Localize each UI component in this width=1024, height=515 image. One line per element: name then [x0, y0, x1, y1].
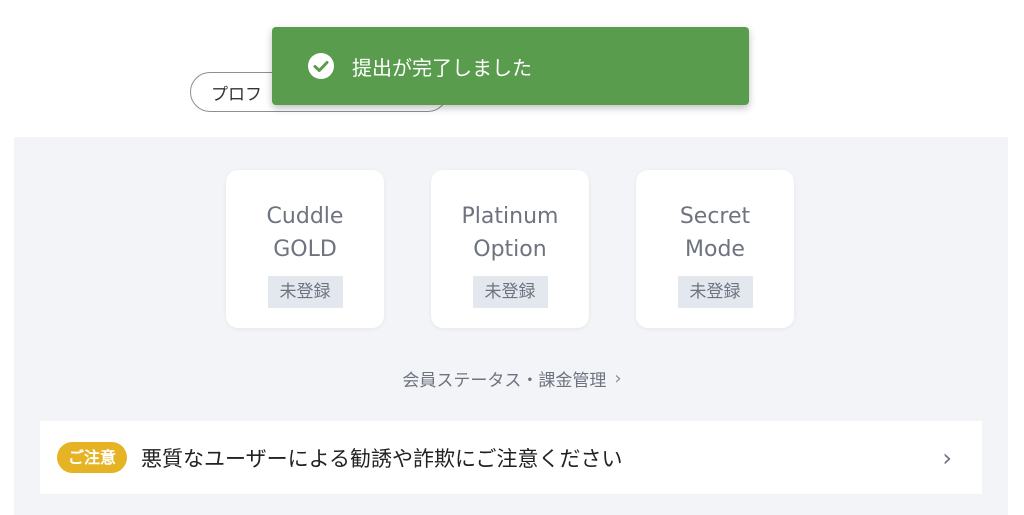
notice-badge: ご注意 [57, 442, 128, 473]
plan-status-badge: 未登録 [472, 276, 548, 308]
plan-title: Secret Mode [679, 204, 751, 262]
toast-message: 提出が完了しました [352, 55, 532, 80]
status-link-label: 会員ステータス・課金管理 [402, 371, 607, 391]
page: プロフ Cuddle GOLD 未登録 Platinum Option 未登録 … [0, 0, 1024, 515]
check-circle-icon [308, 53, 334, 79]
notice-text: 悪質なユーザーによる勧誘や詐欺にご注意ください [141, 446, 623, 471]
plan-card-secret-mode[interactable]: Secret Mode 未登録 [636, 170, 794, 328]
warning-notice-banner[interactable]: ご注意 悪質なユーザーによる勧誘や詐欺にご注意ください › [40, 421, 982, 494]
plan-card-platinum-option[interactable]: Platinum Option 未登録 [431, 170, 589, 328]
plan-status-badge: 未登録 [267, 276, 343, 308]
plan-status-badge: 未登録 [677, 276, 753, 308]
chevron-right-icon: › [614, 368, 622, 389]
plan-title: Platinum Option [461, 204, 559, 262]
success-toast: 提出が完了しました [272, 27, 749, 105]
plan-cards: Cuddle GOLD 未登録 Platinum Option 未登録 Secr… [226, 170, 794, 328]
plan-card-cuddle-gold[interactable]: Cuddle GOLD 未登録 [226, 170, 384, 328]
chevron-right-icon: › [942, 443, 952, 472]
membership-status-link[interactable]: 会員ステータス・課金管理 › [0, 366, 1024, 391]
plan-title: Cuddle GOLD [266, 204, 344, 262]
profile-button-label: プロフ [211, 84, 262, 105]
